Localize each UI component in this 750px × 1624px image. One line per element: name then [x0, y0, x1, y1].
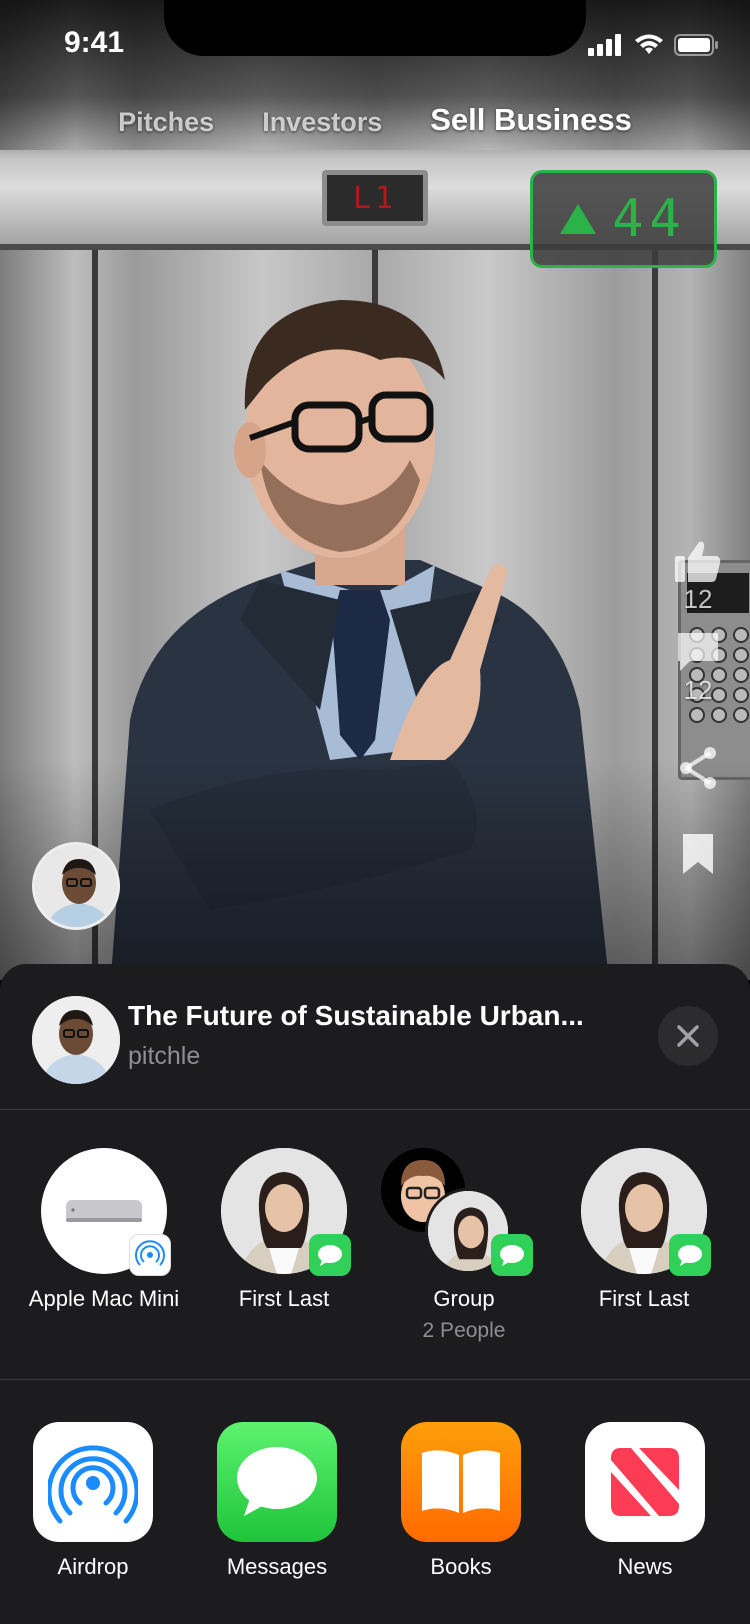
airdrop-icon	[33, 1422, 153, 1542]
tab-sell-business[interactable]: Sell Business	[430, 102, 632, 138]
books-icon	[401, 1422, 521, 1542]
close-icon	[677, 1025, 699, 1047]
tab-investors[interactable]: Investors	[262, 107, 382, 138]
share-item-thumbnail	[32, 996, 120, 1084]
floor-counter-badge[interactable]: 44	[530, 170, 717, 268]
share-target-contact[interactable]: First Last	[559, 1148, 729, 1311]
app-label: News	[617, 1554, 673, 1579]
wifi-icon	[635, 34, 663, 54]
share-sheet-title: The Future of Sustainable Urban...	[128, 1000, 584, 1031]
share-thumbnail-image	[32, 996, 120, 1084]
share-apps-row: Airdrop Messages Books News	[0, 1380, 750, 1620]
airdrop-badge-icon	[129, 1234, 171, 1276]
share-target-name: Group	[433, 1286, 495, 1311]
bookmark-icon	[683, 834, 713, 874]
video-background[interactable]: L1	[0, 0, 750, 980]
comment-count: 12	[683, 675, 713, 705]
messages-badge-icon	[309, 1234, 351, 1276]
comment-button[interactable]: 12	[668, 631, 728, 706]
device-notch	[164, 0, 586, 56]
status-bar: 9:41	[0, 0, 750, 90]
tab-pitches[interactable]: Pitches	[118, 107, 214, 138]
share-target-name: First Last	[598, 1286, 690, 1311]
app-news[interactable]: News	[570, 1422, 720, 1580]
share-button[interactable]	[668, 746, 728, 790]
app-messages[interactable]: Messages	[202, 1422, 352, 1580]
top-tab-bar: Pitches Investors Sell Business	[0, 88, 750, 138]
share-target-name: First Last	[238, 1286, 330, 1311]
share-sheet: The Future of Sustainable Urban... pitch…	[0, 964, 750, 1624]
status-icons	[588, 34, 720, 56]
share-target-mac-mini[interactable]: Apple Mac Mini	[19, 1148, 189, 1311]
app-label: Books	[430, 1554, 492, 1579]
like-count: 12	[683, 584, 713, 614]
creator-avatar[interactable]	[32, 842, 120, 930]
share-target-name: Apple Mac Mini	[28, 1286, 180, 1311]
share-targets-row: Apple Mac Mini First Last Group 2 People…	[0, 1110, 750, 1380]
app-books[interactable]: Books	[386, 1422, 536, 1580]
cellular-signal-icon	[588, 34, 621, 56]
elevator-floor-display: L1	[322, 170, 428, 226]
bookmark-button[interactable]	[668, 834, 728, 874]
app-label: Airdrop	[57, 1554, 129, 1579]
comment-icon	[678, 633, 718, 671]
share-sheet-subtitle: pitchle	[128, 1042, 201, 1070]
news-icon	[585, 1422, 705, 1542]
share-target-subtitle: 2 People	[422, 1319, 506, 1343]
battery-icon	[674, 34, 718, 56]
status-time: 9:41	[64, 26, 125, 59]
share-target-contact[interactable]: First Last	[199, 1148, 369, 1311]
messages-badge-icon	[491, 1234, 533, 1276]
share-icon	[680, 747, 716, 789]
floor-display-text: L1	[352, 180, 398, 216]
messages-icon	[217, 1422, 337, 1542]
like-button[interactable]: 12	[668, 540, 728, 615]
app-airdrop[interactable]: Airdrop	[18, 1422, 168, 1580]
share-target-group[interactable]: Group 2 People	[379, 1148, 549, 1343]
app-label: Messages	[226, 1554, 328, 1579]
close-button[interactable]	[658, 1006, 718, 1066]
up-arrow-icon	[560, 204, 597, 234]
action-rail: 12 12	[668, 540, 728, 890]
share-sheet-header: The Future of Sustainable Urban... pitch…	[0, 964, 750, 1110]
floor-counter-value: 44	[612, 189, 687, 249]
messages-badge-icon	[669, 1234, 711, 1276]
thumbs-up-icon	[675, 541, 721, 582]
